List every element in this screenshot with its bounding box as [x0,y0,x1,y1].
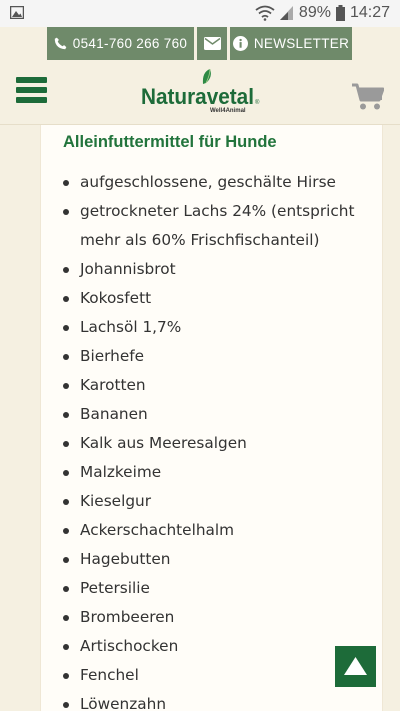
battery-percent: 89% [298,4,331,21]
list-item: Karotten [62,371,362,400]
newsletter-label: NEWSLETTER [253,36,350,51]
list-item: Kalk aus Meeresalgen [62,429,362,458]
gallery-icon [10,6,24,19]
svg-text:®: ® [255,99,260,106]
battery-icon [335,5,345,21]
svg-text:Well4Animal: Well4Animal [210,108,246,114]
section-heading: Alleinfuttermittel für Hunde [63,133,277,151]
phone-number: 0541-760 266 760 [72,36,188,51]
list-item: Lachsöl 1,7% [62,313,362,342]
list-item: getrockneter Lachs 24% (entspricht mehr … [62,197,362,255]
newsletter-button[interactable]: NEWSLETTER [230,27,352,60]
info-icon [232,36,248,51]
cart-icon[interactable] [352,83,384,111]
signal-icon [279,6,293,20]
list-item: Kokosfett [62,284,362,313]
site-header: Naturavetal ® Well4Animal [0,61,400,125]
mail-icon [203,37,221,50]
list-item: Artischocken [62,632,362,661]
contact-bar: 0541-760 266 760 NEWSLETTER [0,27,400,61]
list-item: Ackerschachtelhalm [62,516,362,545]
scroll-top-button[interactable] [335,646,376,687]
phone-icon [54,37,67,50]
list-item: Petersilie [62,574,362,603]
list-item: Bierhefe [62,342,362,371]
list-item: Fenchel [62,661,362,690]
list-item: Malzkeime [62,458,362,487]
list-item: Bananen [62,400,362,429]
phone-button[interactable]: 0541-760 266 760 [47,27,194,60]
email-button[interactable] [197,27,227,60]
clock: 14:27 [349,4,390,21]
list-item: Hagebutten [62,545,362,574]
list-item: Kieselgur [62,487,362,516]
list-item: Löwenzahn [62,690,362,711]
wifi-icon [255,5,275,21]
list-item: Brombeeren [62,603,362,632]
naturavetal-logo[interactable]: Naturavetal ® Well4Animal [140,68,262,116]
ingredient-list: aufgeschlossene, geschälte Hirse getrock… [62,168,362,711]
svg-text:Naturavetal: Naturavetal [141,84,254,109]
list-item: Johannisbrot [62,255,362,284]
status-bar: 89% 14:27 [0,0,400,27]
menu-icon[interactable] [16,77,47,103]
list-item: aufgeschlossene, geschälte Hirse [62,168,362,197]
arrow-up-icon [344,657,367,675]
